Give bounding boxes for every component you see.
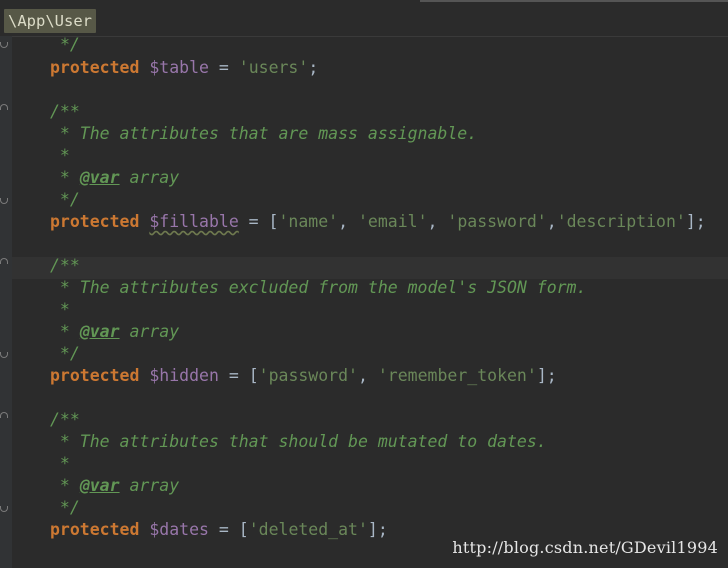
code-line[interactable]: /** [50,409,80,431]
fold-start-icon[interactable] [0,104,8,110]
code-line[interactable]: /** [50,255,80,277]
punctuation: ]; [536,366,557,385]
punctuation: , [546,212,557,231]
code-line[interactable]: * @var array [50,321,179,343]
string-literal: 'name' [278,212,339,231]
code-line[interactable]: protected $hidden = ['password', 'rememb… [50,365,557,387]
string-literal: 'deleted_at' [248,520,368,539]
fold-start-icon[interactable] [0,258,8,264]
string-literal: 'remember_token' [377,366,537,385]
code-line[interactable]: * [50,299,70,321]
editor-gutter[interactable] [0,36,12,568]
code-line[interactable]: * @var array [50,475,179,497]
fold-end-icon[interactable] [0,42,8,48]
doc-comment: * [50,476,80,495]
string-literal: 'email' [357,212,428,231]
doc-comment: * [50,322,80,341]
punctuation: ]; [685,212,706,231]
keyword: protected [50,58,140,77]
doc-comment: /** [50,256,80,275]
doc-comment: array [119,322,180,341]
doc-comment: * [50,300,70,319]
code-line[interactable]: */ [50,189,80,211]
code-line[interactable]: * [50,453,70,475]
code-editor[interactable]: \App\User */ protected $table = 'users';… [0,0,728,568]
doc-comment: * [50,454,70,473]
tab-strip-divider [420,0,728,2]
doc-comment: array [119,476,180,495]
doc-comment: * The attributes excluded from the model… [50,278,587,297]
operator: = [ [208,520,249,539]
doc-comment: /** [50,410,80,429]
code-line[interactable]: /** [50,101,80,123]
watermark: http://blog.csdn.net/GDevil1994 [452,538,718,557]
property-name: $dates [149,520,209,539]
operator: = [208,58,239,77]
punctuation: ; [308,58,319,77]
current-line-highlight [12,257,728,279]
code-line[interactable]: * The attributes that are mass assignabl… [50,123,477,145]
code-line[interactable]: * The attributes that should be mutated … [50,431,547,453]
doc-comment: */ [50,344,80,363]
punctuation: ]; [367,520,388,539]
fold-end-icon[interactable] [0,352,8,358]
string-literal: 'description' [556,212,686,231]
code-line[interactable]: * The attributes excluded from the model… [50,277,587,299]
keyword: protected [50,520,140,539]
code-line[interactable]: protected $dates = ['deleted_at']; [50,519,388,541]
keyword: protected [50,212,140,231]
fold-start-icon[interactable] [0,412,8,418]
doc-comment: * The attributes that should be mutated … [50,432,547,451]
punctuation: , [427,212,448,231]
breadcrumb-bar: \App\User [0,0,728,37]
doc-tag: @var [79,168,120,187]
keyword: protected [50,366,140,385]
fold-end-icon[interactable] [0,198,8,204]
doc-comment: */ [50,498,80,517]
code-line[interactable]: */ [60,34,80,56]
property-name: $table [149,58,209,77]
code-line[interactable]: * [50,145,70,167]
doc-comment: */ [50,190,80,209]
doc-comment: * [50,146,70,165]
doc-comment: array [119,168,180,187]
code-line[interactable]: * @var array [50,167,179,189]
code-line[interactable]: */ [50,497,80,519]
code-line[interactable]: protected $table = 'users'; [50,57,318,79]
operator: = [ [218,366,259,385]
operator: = [ [238,212,279,231]
doc-comment: * The attributes that are mass assignabl… [50,124,478,143]
string-literal: 'password' [258,366,358,385]
doc-comment: /** [50,102,80,121]
property-name: $fillable [149,212,239,231]
doc-tag: @var [79,322,120,341]
string-literal: 'users' [238,58,309,77]
punctuation: , [357,366,378,385]
code-line[interactable]: */ [50,343,80,365]
fold-end-icon[interactable] [0,506,8,512]
doc-tag: @var [79,476,120,495]
string-literal: 'password' [447,212,547,231]
doc-comment: */ [60,35,80,54]
punctuation: , [338,212,358,231]
doc-comment: * [50,168,80,187]
property-name: $hidden [149,366,219,385]
code-line[interactable]: protected $fillable = ['name', 'email', … [50,211,706,233]
breadcrumb-namespace[interactable]: \App\User [4,9,96,33]
